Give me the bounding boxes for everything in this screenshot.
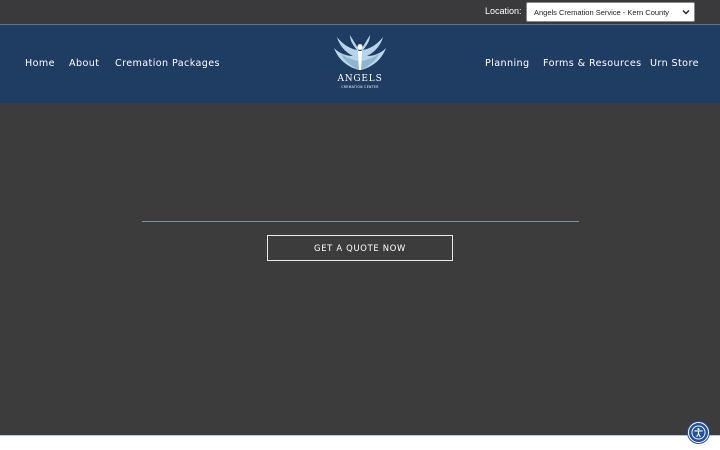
nav-home[interactable]: Home	[25, 58, 55, 69]
main-navigation: Home About Cremation Packages ANGELS CRE…	[0, 25, 720, 103]
page-bottom-band	[0, 435, 720, 450]
nav-forms-resources[interactable]: Forms & Resources	[543, 58, 642, 69]
site-logo[interactable]: ANGELS CREMATION CENTER	[325, 34, 395, 94]
accessibility-button[interactable]	[688, 422, 709, 443]
hero-section: GET A QUOTE NOW	[0, 103, 720, 435]
logo-title: ANGELS	[337, 74, 383, 84]
hero-divider	[142, 221, 579, 222]
nav-about[interactable]: About	[69, 58, 99, 69]
accessibility-icon	[691, 425, 706, 440]
location-label: Location:	[485, 6, 522, 16]
location-select[interactable]: Angels Cremation Service - Kern County	[526, 2, 695, 22]
nav-urn-store[interactable]: Urn Store	[650, 58, 699, 69]
nav-planning[interactable]: Planning	[485, 58, 530, 69]
top-bar: Location: Angels Cremation Service - Ker…	[0, 0, 720, 25]
angel-wings-icon	[334, 35, 386, 70]
location-select-value: Angels Cremation Service - Kern County	[534, 8, 670, 17]
get-quote-button[interactable]: GET A QUOTE NOW	[267, 235, 453, 261]
nav-cremation-packages[interactable]: Cremation Packages	[115, 58, 220, 69]
chevron-down-icon	[682, 10, 690, 15]
logo-subtitle: CREMATION CENTER	[341, 85, 379, 89]
